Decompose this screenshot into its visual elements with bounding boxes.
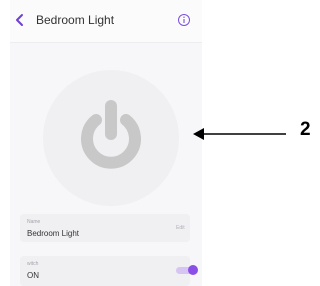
switch-toggle[interactable] <box>176 265 198 277</box>
app-header: Bedroom Light <box>10 0 202 43</box>
name-label: Name <box>27 219 41 225</box>
name-card: Name Bedroom Light Edit <box>20 214 190 242</box>
toggle-knob <box>188 265 198 275</box>
switch-value: ON <box>27 271 39 280</box>
page-title: Bedroom Light <box>36 13 115 27</box>
phone-screen: Bedroom Light Name Bedroom Light Edit wi… <box>10 0 202 286</box>
annotation-arrow-icon <box>192 124 288 149</box>
chevron-left-icon[interactable] <box>12 10 28 30</box>
annotation-number: 2 <box>300 119 311 140</box>
power-icon <box>81 100 141 169</box>
switch-label: witch <box>27 261 39 267</box>
switch-card: witch ON <box>20 256 198 286</box>
edit-name-link[interactable]: Edit <box>176 225 185 231</box>
power-button[interactable] <box>43 70 179 206</box>
name-value: Bedroom Light <box>27 229 80 238</box>
info-icon[interactable] <box>177 13 191 27</box>
